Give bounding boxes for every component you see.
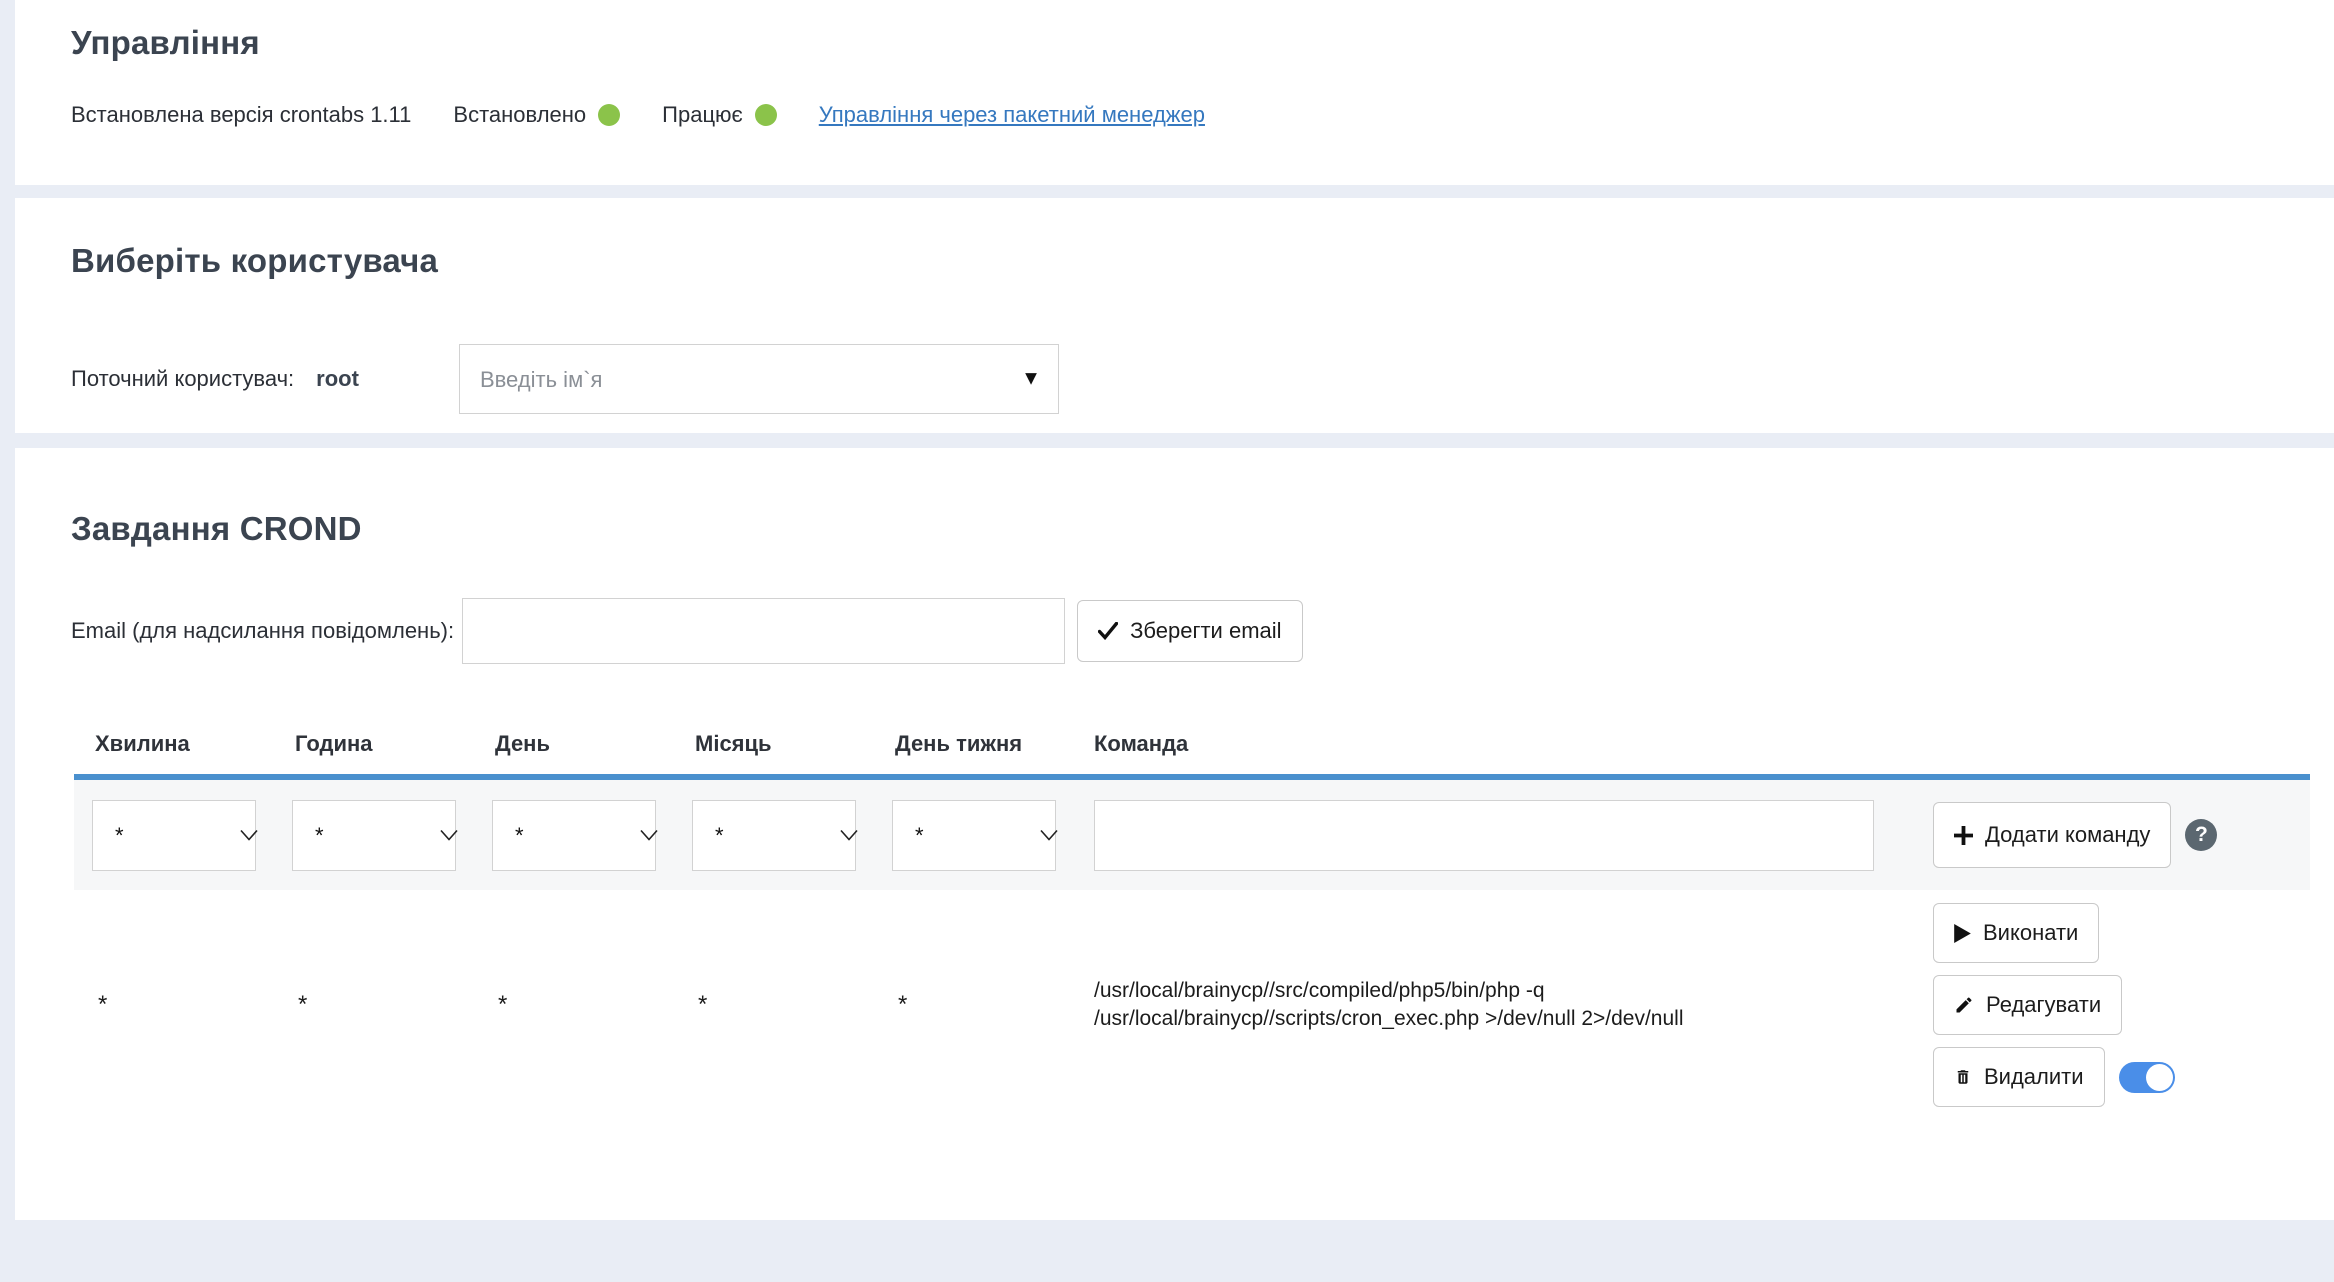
running-status-label: Працює bbox=[662, 102, 743, 128]
email-input[interactable] bbox=[462, 598, 1065, 664]
pencil-icon bbox=[1954, 995, 1974, 1015]
crond-title: Завдання CROND bbox=[15, 448, 2334, 548]
management-title: Управління bbox=[15, 0, 2334, 62]
installed-version-text: Встановлена версія crontabs 1.11 bbox=[71, 102, 411, 128]
job-weekday: * bbox=[874, 991, 1074, 1019]
crond-section: Завдання CROND Email (для надсилання пов… bbox=[15, 448, 2334, 1220]
save-email-label: Зберегти email bbox=[1130, 618, 1281, 644]
select-user-title: Виберіть користувача bbox=[15, 198, 2334, 280]
add-command-label: Додати команду bbox=[1985, 822, 2150, 848]
day-select[interactable]: * bbox=[492, 800, 656, 871]
weekday-select[interactable]: * bbox=[892, 800, 1056, 871]
edit-button[interactable]: Редагувати bbox=[1933, 975, 2122, 1035]
select-user-section: Виберіть користувача Поточний користувач… bbox=[15, 198, 2334, 433]
check-icon bbox=[1098, 622, 1118, 640]
plus-icon bbox=[1954, 826, 1973, 845]
cron-table: Хвилина Година День Місяць День тижня Ко… bbox=[74, 710, 2310, 1120]
header-day: День bbox=[474, 710, 674, 774]
month-select[interactable]: * bbox=[692, 800, 856, 871]
current-user-row: Поточний користувач: root Введіть ім`я ▼ bbox=[71, 344, 2334, 414]
package-manager-link[interactable]: Управління через пакетний менеджер bbox=[819, 102, 1205, 128]
header-command: Команда bbox=[1074, 710, 1913, 774]
header-minute: Хвилина bbox=[74, 710, 274, 774]
email-row: Email (для надсилання повідомлень): Збер… bbox=[71, 598, 2334, 664]
job-month: * bbox=[674, 991, 874, 1019]
delete-label: Видалити bbox=[1984, 1064, 2084, 1090]
management-status-row: Встановлена версія crontabs 1.11 Встанов… bbox=[71, 102, 2334, 128]
installed-status-label: Встановлено bbox=[453, 102, 586, 128]
run-label: Виконати bbox=[1983, 920, 2078, 946]
job-hour: * bbox=[274, 991, 474, 1019]
installed-status-green-dot-icon bbox=[598, 104, 620, 126]
job-day: * bbox=[474, 991, 674, 1019]
enable-toggle[interactable] bbox=[2119, 1062, 2175, 1093]
minute-select[interactable]: * bbox=[92, 800, 256, 871]
add-command-button[interactable]: Додати команду bbox=[1933, 802, 2171, 868]
current-user-value: root bbox=[316, 366, 359, 392]
job-command: /usr/local/brainycp//src/compiled/php5/b… bbox=[1074, 977, 1913, 1033]
add-command-row: * * * bbox=[74, 780, 2310, 890]
user-select[interactable]: Введіть ім`я bbox=[459, 344, 1059, 414]
cron-job-row: * * * * * /usr/local/brainycp//src/compi… bbox=[74, 890, 2310, 1120]
run-button[interactable]: Виконати bbox=[1933, 903, 2099, 963]
edit-label: Редагувати bbox=[1986, 992, 2101, 1018]
command-input[interactable] bbox=[1094, 800, 1874, 871]
installed-status: Встановлено bbox=[453, 102, 620, 128]
toggle-knob-icon bbox=[2146, 1064, 2173, 1091]
email-label: Email (для надсилання повідомлень): bbox=[71, 618, 454, 644]
current-user-label: Поточний користувач: bbox=[71, 366, 294, 392]
running-status: Працює bbox=[662, 102, 777, 128]
job-minute: * bbox=[74, 991, 274, 1019]
header-hour: Година bbox=[274, 710, 474, 774]
header-weekday: День тижня bbox=[874, 710, 1074, 774]
delete-button[interactable]: Видалити bbox=[1933, 1047, 2105, 1107]
help-icon[interactable]: ? bbox=[2185, 819, 2217, 851]
management-section: Управління Встановлена версія crontabs 1… bbox=[15, 0, 2334, 185]
job-actions: Виконати Редагувати Видалити bbox=[1913, 903, 2310, 1107]
header-month: Місяць bbox=[674, 710, 874, 774]
trash-icon bbox=[1954, 1067, 1972, 1087]
user-select-wrap: Введіть ім`я ▼ bbox=[459, 344, 1059, 414]
header-actions bbox=[1913, 724, 2310, 760]
save-email-button[interactable]: Зберегти email bbox=[1077, 600, 1302, 662]
hour-select[interactable]: * bbox=[292, 800, 456, 871]
running-status-green-dot-icon bbox=[755, 104, 777, 126]
play-icon bbox=[1954, 924, 1971, 943]
cron-table-header: Хвилина Година День Місяць День тижня Ко… bbox=[74, 710, 2310, 780]
